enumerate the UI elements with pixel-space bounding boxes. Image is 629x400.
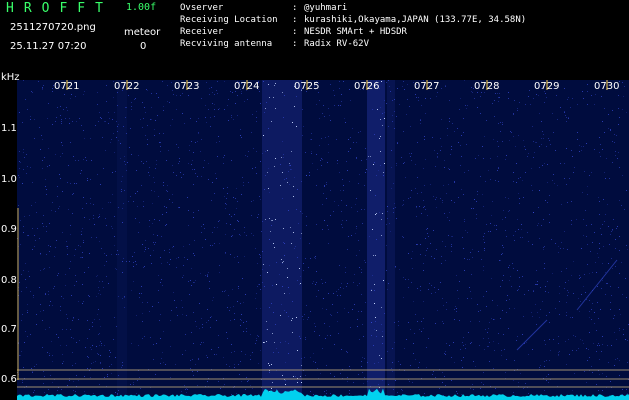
spectrogram-image — [17, 80, 629, 400]
info-value: kurashiki,Okayama,JAPAN (133.77E, 34.58N… — [304, 15, 527, 25]
y-tick-label: 1.0 — [1, 174, 17, 185]
y-tick-label: 0.7 — [1, 324, 17, 335]
info-label: Receiving Location — [180, 15, 278, 25]
power-trace — [17, 388, 629, 400]
mode-label: meteor — [124, 27, 161, 38]
signal-band — [387, 80, 395, 400]
time-tick-label: 0728 — [474, 81, 500, 92]
app-title: HROFFT — [6, 1, 113, 16]
time-tick-label: 0725 — [294, 81, 320, 92]
info-label: Receiver — [180, 27, 224, 37]
app-version: 1.00f — [126, 2, 157, 13]
info-label: Ovserver — [180, 3, 224, 13]
info-location: Receiving Location: kurashiki,Okayama,JAP… — [180, 15, 527, 25]
noise-speckles — [17, 80, 629, 400]
y-tick-label: 0.6 — [1, 374, 17, 385]
info-receiver: Receiver: NESDR SMArt + HDSDR — [180, 27, 407, 37]
y-tick-label: 1.1 — [1, 123, 17, 134]
capture-datetime: 25.11.27 07:20 — [10, 41, 87, 52]
time-tick-label: 0722 — [114, 81, 140, 92]
info-value: @yuhmari — [304, 3, 348, 13]
y-tick-label: 0.8 — [1, 275, 17, 286]
info-value: NESDR SMArt + HDSDR — [304, 27, 407, 37]
file-name: 2511270720.png — [10, 22, 96, 33]
time-tick-label: 0721 — [54, 81, 80, 92]
time-tick-label: 0724 — [234, 81, 260, 92]
info-observer: Ovserver: @yuhmari — [180, 3, 348, 13]
y-tick-label: 0.9 — [1, 224, 17, 235]
info-value: Radix RV-62V — [304, 39, 370, 49]
signal-band — [117, 80, 127, 400]
time-tick-label: 0729 — [534, 81, 560, 92]
time-tick-label: 0727 — [414, 81, 440, 92]
info-label: Recviving antenna — [180, 39, 273, 49]
time-tick-label: 0723 — [174, 81, 200, 92]
meteor-count: 0 — [140, 41, 147, 52]
time-tick-label: 0726 — [354, 81, 380, 92]
meteor-streak — [516, 319, 548, 351]
info-antenna: Recviving antenna: Radix RV-62V — [180, 39, 370, 49]
spectrogram-panel — [17, 80, 629, 400]
time-tick-label: 0730 — [594, 81, 620, 92]
